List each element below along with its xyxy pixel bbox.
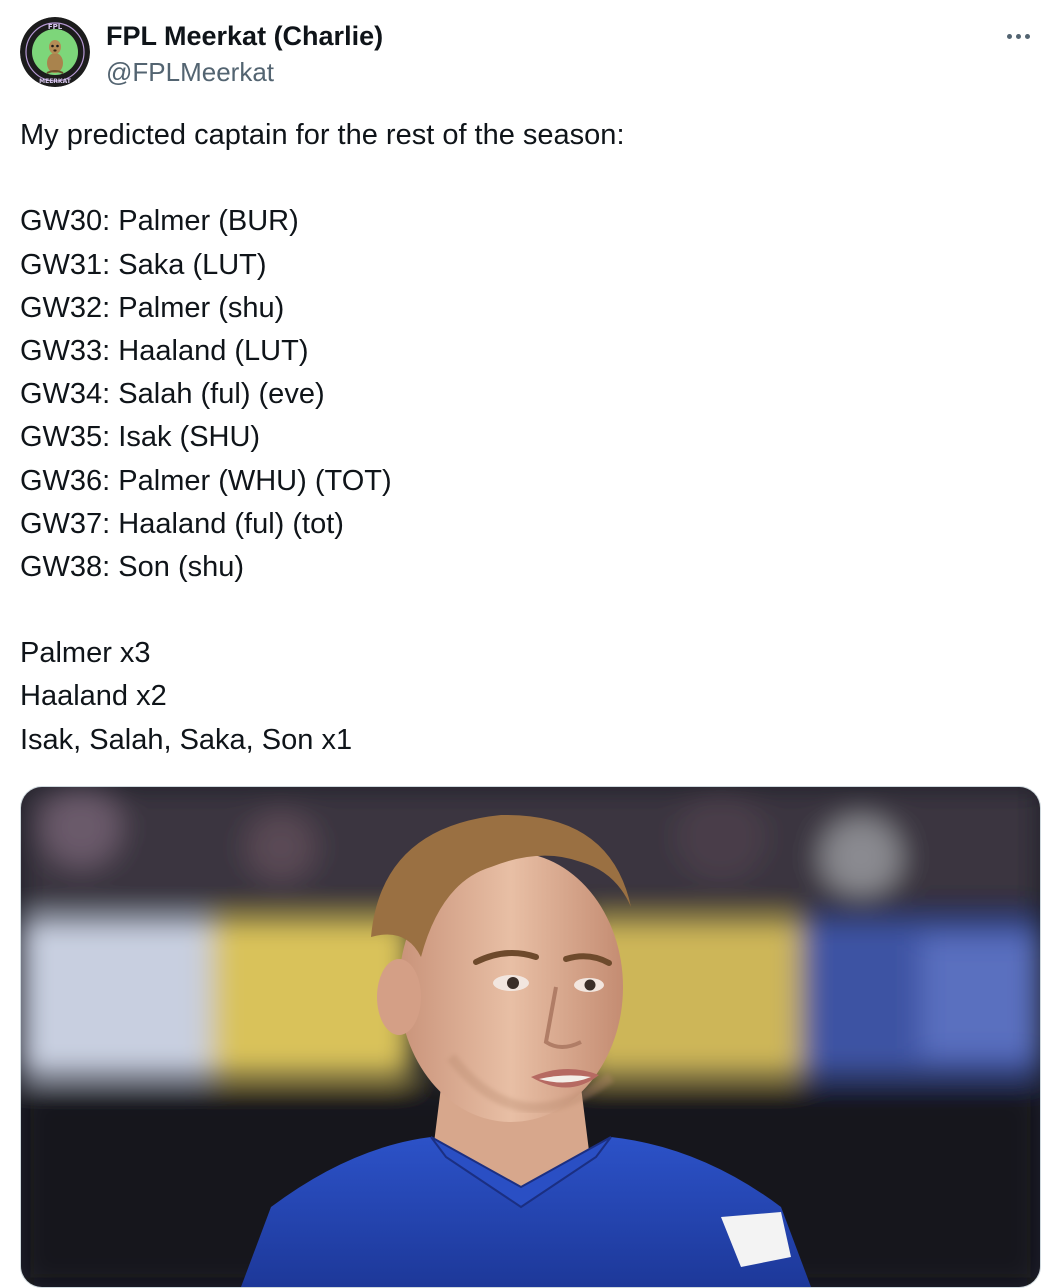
captain-pick: GW36: Palmer (WHU) (TOT) [20,464,392,497]
meerkat-avatar-icon: FPL MEERKAT [20,17,90,87]
more-horizontal-icon [1015,33,1021,39]
tweet-intro: My predicted captain for the rest of the… [20,119,625,151]
author-display-name[interactable]: FPL Meerkat (Charlie) [106,20,383,52]
captain-pick: GW38: Son (shu) [20,550,245,583]
captain-summary: Haaland x2 [20,680,167,713]
captain-summary: Palmer x3 [20,637,151,670]
paragraph-break [20,589,1030,632]
author-avatar[interactable]: FPL MEERKAT [20,17,90,87]
author-handle[interactable]: @FPLMeerkat [106,56,274,88]
more-options-button[interactable] [998,24,1038,48]
svg-text:MEERKAT: MEERKAT [39,78,72,85]
player-photo [21,787,1040,1287]
more-horizontal-icon [1024,33,1030,39]
captain-pick: GW35: Isak (SHU) [20,421,261,454]
tweet-media-photo[interactable] [20,786,1041,1288]
svg-text:FPL: FPL [48,23,63,31]
tweet-card: FPL MEERKAT FPL Meerkat (Charlie) @FPLMe… [0,0,1052,1288]
tweet-text: My predicted captain for the rest of the… [20,114,1030,762]
captain-pick: GW30: Palmer (BUR) [20,205,299,238]
captain-pick: GW34: Salah (ful) (eve) [20,378,325,411]
captain-pick: GW31: Saka (LUT) [20,248,267,281]
paragraph-break [20,157,1030,200]
captain-pick: GW32: Palmer (shu) [20,291,285,324]
more-horizontal-icon [1006,33,1012,39]
captain-summary: Isak, Salah, Saka, Son x1 [20,723,353,756]
captain-pick: GW37: Haaland (ful) (tot) [20,507,344,540]
captain-pick: GW33: Haaland (LUT) [20,334,309,367]
